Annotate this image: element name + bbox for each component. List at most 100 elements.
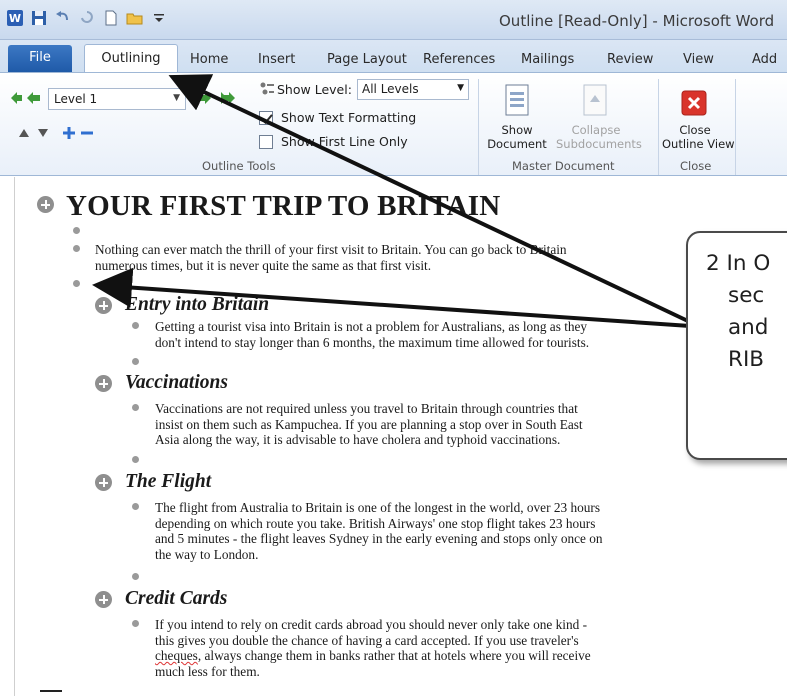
tab-mailings[interactable]: Mailings [521, 52, 574, 67]
group-separator [478, 79, 479, 175]
quick-access-toolbar: W [6, 9, 168, 27]
collapse-icon[interactable] [80, 126, 94, 140]
outline-expand-symbol-icon[interactable] [95, 474, 112, 491]
show-level-icon [260, 82, 274, 95]
section-body[interactable]: Getting a tourist visa into Britain is n… [155, 319, 589, 350]
close-label-line1: Close [679, 123, 711, 137]
show-document-icon[interactable] [502, 83, 532, 117]
body-text-bullet [73, 245, 80, 252]
callout-line: and [728, 315, 769, 340]
move-up-icon[interactable] [18, 128, 30, 138]
collapse-label-line1: Collapse [571, 123, 621, 137]
show-document-button[interactable]: Show Document [483, 123, 551, 151]
tab-home[interactable]: Home [190, 52, 228, 67]
callout-line: RIB [728, 347, 765, 372]
show-level-value: All Levels [362, 82, 419, 96]
body-line: and 5 minutes - the flight leaves Sydney… [155, 531, 603, 547]
promote-icon[interactable] [26, 90, 42, 106]
section-body[interactable]: Vaccinations are not required unless you… [155, 401, 583, 448]
body-line: don't intend to stay longer than 6 month… [155, 334, 590, 350]
body-line: this gives you double the chance of havi… [155, 632, 579, 648]
show-text-formatting-checkbox[interactable] [259, 111, 273, 125]
outline-level-select[interactable]: Level 1 ▼ [48, 88, 186, 110]
demote-icon[interactable] [196, 90, 212, 106]
callout-line: sec [728, 283, 765, 308]
body-text-bullet [132, 404, 139, 411]
expand-icon[interactable] [62, 126, 76, 140]
show-level-select[interactable]: All Levels ▼ [357, 79, 469, 100]
group-separator [658, 79, 659, 175]
show-text-formatting-label: Show Text Formatting [281, 110, 417, 125]
move-down-icon[interactable] [37, 128, 49, 138]
close-outline-view-icon[interactable] [680, 89, 708, 117]
show-first-line-only-checkbox[interactable] [259, 135, 273, 149]
document-margin-rule [14, 177, 15, 696]
undo-icon[interactable] [54, 9, 72, 27]
intro-line: numerous times, but it is never quite th… [95, 257, 432, 273]
close-label-line2: Outline View [662, 137, 735, 151]
outline-expand-symbol-icon[interactable] [37, 196, 54, 213]
section-heading-flight[interactable]: The Flight [125, 471, 211, 493]
group-separator [735, 79, 736, 175]
ribbon-tabs: File Outlining Home Insert Page Layout R… [0, 40, 787, 73]
document-heading1[interactable]: YOUR FIRST TRIP TO BRITAIN [66, 190, 500, 223]
empty-paragraph-bullet [132, 358, 139, 365]
body-line: Vaccinations are not required unless you… [155, 401, 578, 416]
section-body[interactable]: If you intend to rely on credit cards ab… [155, 617, 591, 679]
tab-page-layout[interactable]: Page Layout [327, 52, 407, 67]
body-line-rest: , always change them in banks rather tha… [197, 648, 591, 664]
body-text-bullet [132, 620, 139, 627]
callout-line: 2 In O [706, 251, 771, 276]
window-title: Outline [Read-Only] - Microsoft Word [499, 12, 775, 30]
new-document-icon[interactable] [102, 9, 120, 27]
tab-review[interactable]: Review [607, 52, 653, 67]
outline-level-value: Level 1 [54, 92, 98, 106]
title-bar: W Outline [Read-Only] - Microsoft Word [0, 0, 787, 40]
tab-insert[interactable]: Insert [258, 52, 295, 67]
tab-view[interactable]: View [683, 52, 714, 67]
instruction-callout-text: 2 In O sec and RIB [706, 248, 787, 376]
word-app-icon[interactable]: W [6, 9, 24, 27]
body-line: insist on them such as Kampuchea. If you… [155, 416, 583, 432]
tab-references[interactable]: References [423, 52, 495, 67]
tab-add-ins[interactable]: Add [752, 52, 777, 67]
empty-paragraph-bullet [132, 456, 139, 463]
section-body[interactable]: The flight from Australia to Britain is … [155, 500, 603, 562]
body-line-with-spelling: cheques, always change them in banks rat… [155, 648, 591, 664]
customize-toolbar-icon[interactable] [150, 9, 168, 27]
open-folder-icon[interactable] [126, 9, 144, 27]
close-group-label: Close [680, 159, 712, 173]
body-line: much less for them. [155, 663, 260, 679]
section-heading-credit-cards[interactable]: Credit Cards [125, 588, 227, 610]
body-text-bullet [132, 503, 139, 510]
body-line: the way to London. [155, 546, 259, 562]
body-text-bullet [132, 322, 139, 329]
chevron-down-icon: ▼ [173, 93, 180, 103]
collapse-label-line2: Subdocuments [556, 137, 642, 151]
svg-text:W: W [9, 12, 21, 25]
save-icon[interactable] [30, 9, 48, 27]
outline-expand-symbol-icon[interactable] [95, 375, 112, 392]
tab-outlining[interactable]: Outlining [84, 44, 178, 73]
redo-icon[interactable] [78, 9, 96, 27]
end-of-document-marker [40, 690, 62, 692]
intro-line: Nothing can ever match the thrill of you… [95, 242, 567, 257]
collapse-subdocuments-button: Collapse Subdocuments [556, 123, 642, 151]
outline-expand-symbol-icon[interactable] [95, 297, 112, 314]
show-document-label-line1: Show [501, 123, 533, 137]
tab-file[interactable]: File [8, 45, 72, 72]
empty-paragraph-bullet [73, 280, 80, 287]
chevron-down-icon: ▼ [457, 83, 464, 93]
close-outline-view-button[interactable]: Close Outline View [662, 123, 735, 151]
spelling-error-mark: cheques [155, 648, 198, 664]
show-document-label-line2: Document [487, 137, 547, 151]
section-heading-vaccinations[interactable]: Vaccinations [125, 372, 228, 394]
empty-paragraph-bullet [73, 227, 80, 234]
ribbon: Level 1 ▼ Show Level: All Levels ▼ Show … [0, 72, 787, 176]
outline-expand-symbol-icon[interactable] [95, 591, 112, 608]
empty-paragraph-bullet [132, 573, 139, 580]
intro-paragraph[interactable]: Nothing can ever match the thrill of you… [95, 242, 567, 273]
section-heading-entry[interactable]: Entry into Britain [125, 294, 269, 316]
demote-to-body-text-icon[interactable] [214, 90, 236, 106]
body-line: Asia along the way, it is advisable to h… [155, 432, 561, 448]
